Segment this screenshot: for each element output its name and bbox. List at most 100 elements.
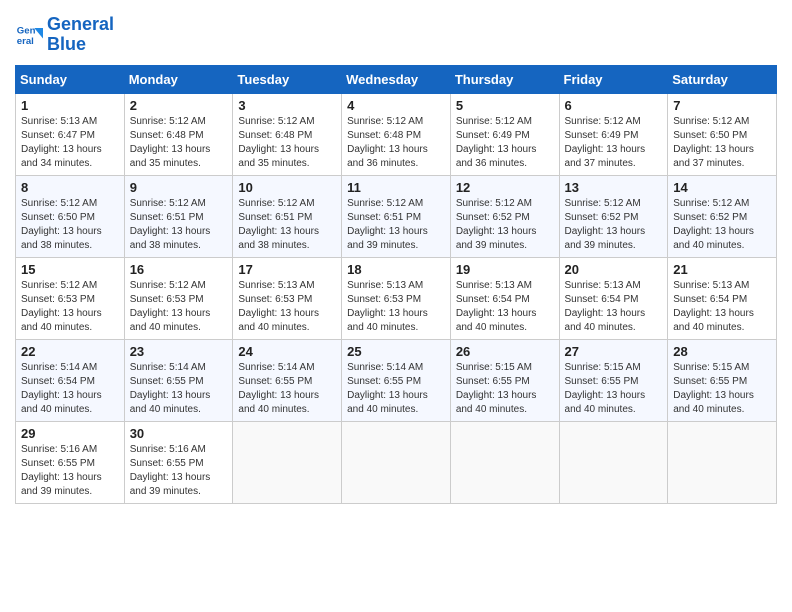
calendar-cell: 7 Sunrise: 5:12 AMSunset: 6:50 PMDaylight… xyxy=(668,93,777,175)
calendar-cell: 13 Sunrise: 5:12 AMSunset: 6:52 PMDayligh… xyxy=(559,175,668,257)
calendar-cell: 8 Sunrise: 5:12 AMSunset: 6:50 PMDaylight… xyxy=(16,175,125,257)
logo-icon: Gen eral xyxy=(15,21,43,49)
calendar-week-row: 29 Sunrise: 5:16 AMSunset: 6:55 PMDayligh… xyxy=(16,421,777,503)
day-detail: Sunrise: 5:15 AMSunset: 6:55 PMDaylight:… xyxy=(456,361,554,417)
day-detail: Sunrise: 5:12 AMSunset: 6:51 PMDaylight:… xyxy=(130,197,228,253)
calendar-header-row: SundayMondayTuesdayWednesdayThursdayFrid… xyxy=(16,65,777,93)
day-detail: Sunrise: 5:12 AMSunset: 6:48 PMDaylight:… xyxy=(238,115,336,171)
day-number: 2 xyxy=(130,98,228,113)
day-detail: Sunrise: 5:12 AMSunset: 6:51 PMDaylight:… xyxy=(238,197,336,253)
day-number: 14 xyxy=(673,180,771,195)
day-number: 8 xyxy=(21,180,119,195)
day-number: 29 xyxy=(21,426,119,441)
day-number: 16 xyxy=(130,262,228,277)
calendar-cell: 2 Sunrise: 5:12 AMSunset: 6:48 PMDaylight… xyxy=(124,93,233,175)
day-number: 7 xyxy=(673,98,771,113)
calendar-cell xyxy=(450,421,559,503)
calendar-cell: 17 Sunrise: 5:13 AMSunset: 6:53 PMDayligh… xyxy=(233,257,342,339)
day-detail: Sunrise: 5:14 AMSunset: 6:54 PMDaylight:… xyxy=(21,361,119,417)
day-number: 17 xyxy=(238,262,336,277)
calendar-cell: 23 Sunrise: 5:14 AMSunset: 6:55 PMDayligh… xyxy=(124,339,233,421)
calendar-cell: 27 Sunrise: 5:15 AMSunset: 6:55 PMDayligh… xyxy=(559,339,668,421)
day-detail: Sunrise: 5:15 AMSunset: 6:55 PMDaylight:… xyxy=(673,361,771,417)
day-number: 20 xyxy=(565,262,663,277)
day-detail: Sunrise: 5:13 AMSunset: 6:53 PMDaylight:… xyxy=(238,279,336,335)
calendar-cell: 28 Sunrise: 5:15 AMSunset: 6:55 PMDayligh… xyxy=(668,339,777,421)
calendar-cell: 1 Sunrise: 5:13 AMSunset: 6:47 PMDaylight… xyxy=(16,93,125,175)
day-number: 19 xyxy=(456,262,554,277)
calendar-cell xyxy=(233,421,342,503)
day-detail: Sunrise: 5:14 AMSunset: 6:55 PMDaylight:… xyxy=(130,361,228,417)
day-number: 12 xyxy=(456,180,554,195)
day-detail: Sunrise: 5:12 AMSunset: 6:52 PMDaylight:… xyxy=(565,197,663,253)
day-detail: Sunrise: 5:12 AMSunset: 6:48 PMDaylight:… xyxy=(130,115,228,171)
logo: Gen eral General Blue xyxy=(15,15,114,55)
calendar-week-row: 8 Sunrise: 5:12 AMSunset: 6:50 PMDaylight… xyxy=(16,175,777,257)
day-detail: Sunrise: 5:13 AMSunset: 6:54 PMDaylight:… xyxy=(565,279,663,335)
day-number: 5 xyxy=(456,98,554,113)
svg-text:Gen: Gen xyxy=(17,25,36,36)
day-detail: Sunrise: 5:14 AMSunset: 6:55 PMDaylight:… xyxy=(238,361,336,417)
day-number: 3 xyxy=(238,98,336,113)
calendar-cell: 3 Sunrise: 5:12 AMSunset: 6:48 PMDaylight… xyxy=(233,93,342,175)
day-number: 11 xyxy=(347,180,445,195)
calendar-header-tuesday: Tuesday xyxy=(233,65,342,93)
calendar-header-friday: Friday xyxy=(559,65,668,93)
day-number: 25 xyxy=(347,344,445,359)
calendar-header-monday: Monday xyxy=(124,65,233,93)
calendar-week-row: 22 Sunrise: 5:14 AMSunset: 6:54 PMDayligh… xyxy=(16,339,777,421)
calendar-cell xyxy=(668,421,777,503)
day-number: 10 xyxy=(238,180,336,195)
day-number: 28 xyxy=(673,344,771,359)
calendar-week-row: 15 Sunrise: 5:12 AMSunset: 6:53 PMDayligh… xyxy=(16,257,777,339)
calendar-cell: 26 Sunrise: 5:15 AMSunset: 6:55 PMDayligh… xyxy=(450,339,559,421)
day-detail: Sunrise: 5:12 AMSunset: 6:52 PMDaylight:… xyxy=(673,197,771,253)
day-detail: Sunrise: 5:15 AMSunset: 6:55 PMDaylight:… xyxy=(565,361,663,417)
calendar-cell: 19Sunrise: 5:13 AMSunset: 6:54 PMDayligh… xyxy=(450,257,559,339)
calendar-cell: 14 Sunrise: 5:12 AMSunset: 6:52 PMDayligh… xyxy=(668,175,777,257)
day-number: 6 xyxy=(565,98,663,113)
day-number: 24 xyxy=(238,344,336,359)
day-number: 27 xyxy=(565,344,663,359)
calendar-cell: 10 Sunrise: 5:12 AMSunset: 6:51 PMDayligh… xyxy=(233,175,342,257)
calendar-cell: 25Sunrise: 5:14 AMSunset: 6:55 PMDayligh… xyxy=(342,339,451,421)
day-number: 23 xyxy=(130,344,228,359)
calendar-cell: 16Sunrise: 5:12 AMSunset: 6:53 PMDayligh… xyxy=(124,257,233,339)
day-number: 22 xyxy=(21,344,119,359)
calendar-cell: 20 Sunrise: 5:13 AMSunset: 6:54 PMDayligh… xyxy=(559,257,668,339)
calendar-cell: 11Sunrise: 5:12 AMSunset: 6:51 PMDayligh… xyxy=(342,175,451,257)
calendar-cell: 6 Sunrise: 5:12 AMSunset: 6:49 PMDaylight… xyxy=(559,93,668,175)
day-detail: Sunrise: 5:16 AMSunset: 6:55 PMDaylight:… xyxy=(21,443,119,499)
day-number: 21 xyxy=(673,262,771,277)
calendar-cell: 30 Sunrise: 5:16 AMSunset: 6:55 PMDayligh… xyxy=(124,421,233,503)
day-number: 13 xyxy=(565,180,663,195)
calendar-cell: 15 Sunrise: 5:12 AMSunset: 6:53 PMDayligh… xyxy=(16,257,125,339)
calendar-cell: 12Sunrise: 5:12 AMSunset: 6:52 PMDayligh… xyxy=(450,175,559,257)
calendar-cell: 9Sunrise: 5:12 AMSunset: 6:51 PMDaylight… xyxy=(124,175,233,257)
calendar-cell: 24 Sunrise: 5:14 AMSunset: 6:55 PMDayligh… xyxy=(233,339,342,421)
calendar-cell: 18Sunrise: 5:13 AMSunset: 6:53 PMDayligh… xyxy=(342,257,451,339)
day-number: 18 xyxy=(347,262,445,277)
calendar-week-row: 1 Sunrise: 5:13 AMSunset: 6:47 PMDaylight… xyxy=(16,93,777,175)
day-detail: Sunrise: 5:12 AMSunset: 6:50 PMDaylight:… xyxy=(21,197,119,253)
calendar-table: SundayMondayTuesdayWednesdayThursdayFrid… xyxy=(15,65,777,504)
day-number: 26 xyxy=(456,344,554,359)
day-detail: Sunrise: 5:13 AMSunset: 6:54 PMDaylight:… xyxy=(673,279,771,335)
svg-text:eral: eral xyxy=(17,36,34,47)
day-detail: Sunrise: 5:12 AMSunset: 6:53 PMDaylight:… xyxy=(21,279,119,335)
day-number: 15 xyxy=(21,262,119,277)
calendar-cell: 21 Sunrise: 5:13 AMSunset: 6:54 PMDayligh… xyxy=(668,257,777,339)
day-detail: Sunrise: 5:13 AMSunset: 6:47 PMDaylight:… xyxy=(21,115,119,171)
calendar-cell: 4Sunrise: 5:12 AMSunset: 6:48 PMDaylight… xyxy=(342,93,451,175)
day-number: 4 xyxy=(347,98,445,113)
calendar-cell: 5Sunrise: 5:12 AMSunset: 6:49 PMDaylight… xyxy=(450,93,559,175)
day-number: 30 xyxy=(130,426,228,441)
calendar-header-sunday: Sunday xyxy=(16,65,125,93)
day-detail: Sunrise: 5:12 AMSunset: 6:50 PMDaylight:… xyxy=(673,115,771,171)
calendar-cell xyxy=(559,421,668,503)
day-detail: Sunrise: 5:16 AMSunset: 6:55 PMDaylight:… xyxy=(130,443,228,499)
calendar-cell: 22 Sunrise: 5:14 AMSunset: 6:54 PMDayligh… xyxy=(16,339,125,421)
day-detail: Sunrise: 5:12 AMSunset: 6:49 PMDaylight:… xyxy=(565,115,663,171)
calendar-cell: 29 Sunrise: 5:16 AMSunset: 6:55 PMDayligh… xyxy=(16,421,125,503)
day-number: 1 xyxy=(21,98,119,113)
